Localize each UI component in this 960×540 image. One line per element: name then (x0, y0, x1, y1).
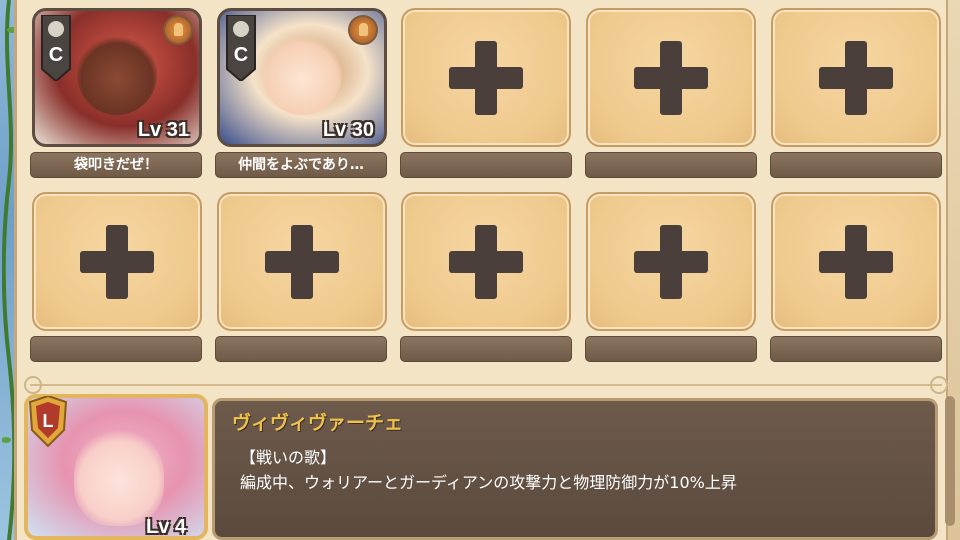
rank-c-icon: C (41, 15, 71, 81)
rank-letter: C (234, 44, 248, 66)
leader-name: ヴィヴィヴァーチェ (232, 412, 404, 434)
character-portrait (77, 34, 157, 115)
divider-ornament (24, 376, 42, 394)
party-slot-8[interactable] (401, 192, 571, 331)
leader-level: Lv 4 (146, 516, 187, 538)
leader-skill-description: 編成中、ウォリアーとガーディアンの攻撃力と物理防御力が10%上昇 (240, 473, 737, 492)
add-icon (449, 224, 523, 299)
party-slot-9[interactable] (586, 192, 756, 331)
slot-label (585, 336, 757, 362)
slot-label (30, 336, 202, 362)
slot-label (585, 152, 757, 178)
add-icon (80, 224, 154, 299)
character-portrait (262, 34, 342, 115)
party-slot-6[interactable] (32, 192, 202, 331)
slot-label: 袋叩きだぜ！ (30, 152, 202, 178)
section-divider (30, 384, 942, 386)
party-slot-10[interactable] (771, 192, 941, 331)
party-slot-4[interactable] (586, 8, 756, 147)
slot-label (770, 152, 942, 178)
equipment-icon (163, 15, 193, 45)
add-icon (265, 224, 339, 299)
party-slot-2[interactable]: C Lv 30 (217, 8, 387, 147)
add-icon (634, 40, 708, 115)
add-icon (819, 40, 893, 115)
divider-ornament (930, 376, 948, 394)
party-slot-5[interactable] (771, 8, 941, 147)
rank-letter: C (49, 44, 63, 66)
slot-label: 仲間をよぶであり… (215, 152, 387, 178)
level-label: Lv 30 (322, 119, 374, 141)
scrollbar[interactable] (945, 396, 955, 526)
slot-label (215, 336, 387, 362)
add-icon (634, 224, 708, 299)
slot-label (400, 152, 572, 178)
slot-label (770, 336, 942, 362)
party-slot-1[interactable]: C Lv 31 (32, 8, 202, 147)
add-icon (449, 40, 523, 115)
level-label: Lv 31 (137, 119, 189, 141)
leader-rank-letter: L (43, 411, 54, 431)
leader-portrait (74, 426, 164, 526)
leader-skill-name: 【戦いの歌】 (240, 448, 337, 467)
party-slot-3[interactable] (401, 8, 571, 147)
add-icon (819, 224, 893, 299)
rank-c-icon: C (226, 15, 256, 81)
leader-rank-icon: L (28, 396, 68, 448)
party-slot-7[interactable] (217, 192, 387, 331)
slot-label (400, 336, 572, 362)
equipment-icon (348, 15, 378, 45)
